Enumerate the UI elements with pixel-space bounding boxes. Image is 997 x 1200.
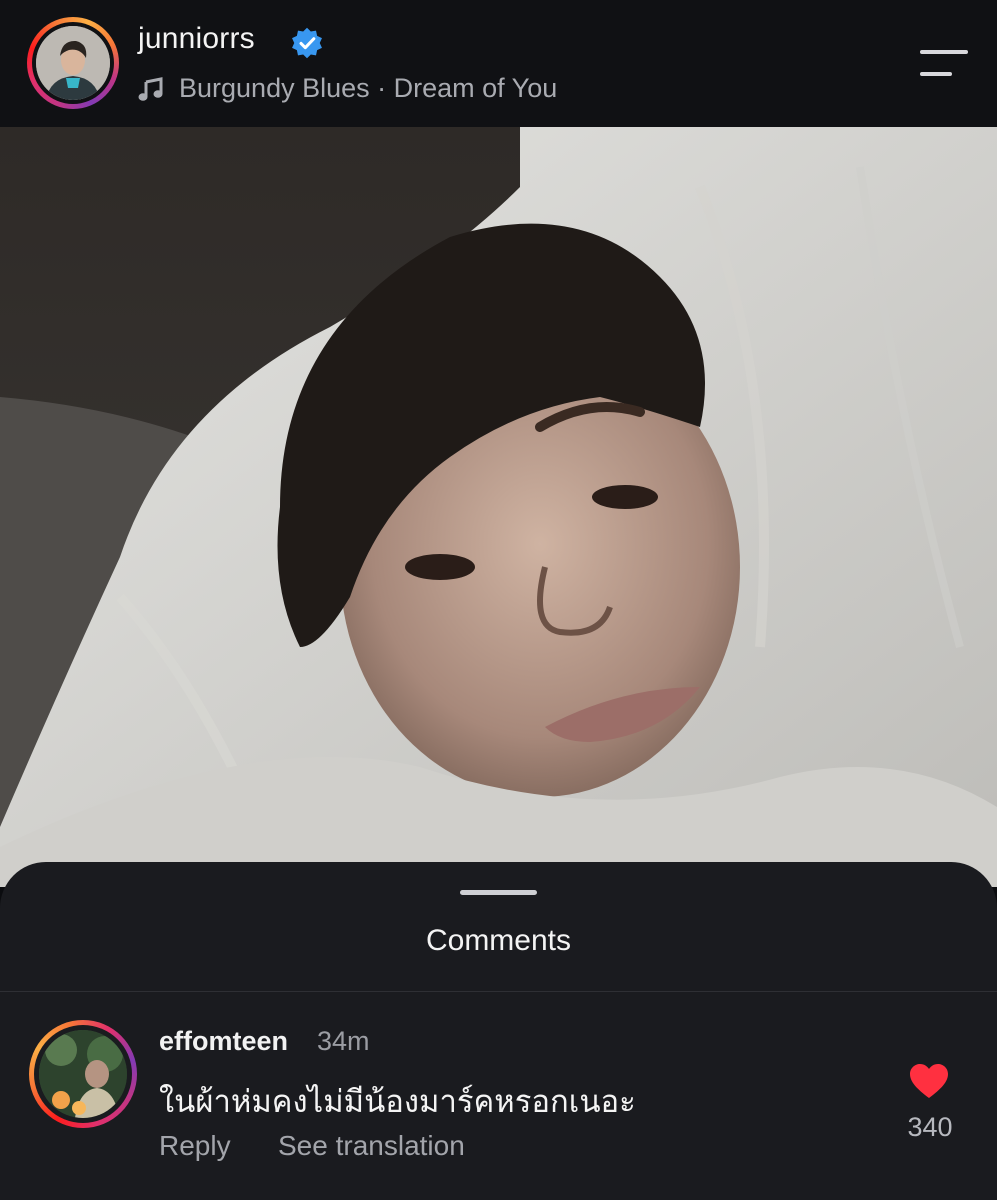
audio-track-label[interactable]: Burgundy Blues · Dream of You xyxy=(179,73,557,104)
reply-button[interactable]: Reply xyxy=(159,1130,231,1162)
see-translation-button[interactable]: See translation xyxy=(278,1130,465,1162)
commenter-avatar[interactable] xyxy=(29,1020,137,1128)
post-header: junniorrs Burgundy Blues · Dream of You xyxy=(0,0,997,127)
comment-text: ในผ้าห่มคงไม่มีน้องมาร์คหรอกเนอะ xyxy=(159,1084,636,1120)
profile-avatar[interactable] xyxy=(27,17,119,109)
comment-timestamp: 34m xyxy=(317,1026,370,1056)
music-note-icon xyxy=(138,77,163,101)
heart-icon[interactable] xyxy=(909,1063,949,1099)
comment-username[interactable]: effomteen xyxy=(159,1026,288,1057)
commenter-avatar-image xyxy=(39,1030,127,1118)
post-photo[interactable] xyxy=(0,127,997,887)
like-count: 340 xyxy=(907,1112,953,1142)
menu-icon[interactable] xyxy=(918,48,970,78)
username[interactable]: junniorrs xyxy=(138,22,255,56)
avatar-image xyxy=(36,26,110,100)
comments-sheet: Comments effomteen 34m ในผ้าห่มคงไม่มีน้… xyxy=(0,862,997,1200)
verified-badge-icon xyxy=(292,27,322,59)
comments-title: Comments xyxy=(425,924,572,957)
divider xyxy=(0,991,997,992)
photo-image xyxy=(0,127,997,887)
drag-handle[interactable] xyxy=(460,890,537,895)
